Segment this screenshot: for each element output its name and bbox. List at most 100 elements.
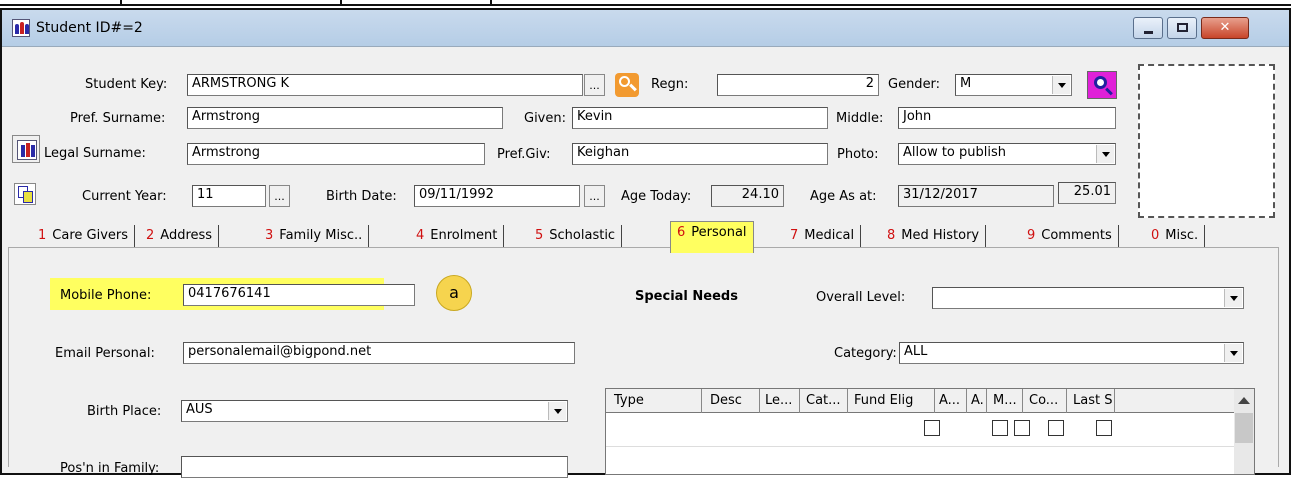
grid-col-level[interactable]: Le... [760,389,800,413]
current-year-field[interactable]: 11 [192,185,266,207]
pref-giv-label: Pref.Giv: [497,147,551,162]
row-checkbox-a1[interactable] [992,420,1008,436]
tab-personal[interactable]: 6 Personal [670,221,754,253]
title-bar[interactable]: Student ID#=2 ✕ [2,10,1289,47]
copy-button[interactable] [14,183,36,205]
tab-misc[interactable]: 0 Misc. [1145,225,1206,249]
grid-col-type[interactable]: Type [606,389,702,413]
current-year-ellipsis-button[interactable]: ... [269,185,290,207]
grid-row-line [606,446,1254,447]
tab-comments[interactable]: 9 Comments [1021,225,1119,249]
minimize-icon [1144,31,1153,34]
row-checkbox-a2[interactable] [1014,420,1030,436]
app-people-icon [12,19,30,37]
tab-med-history[interactable]: 8 Med History [881,225,987,249]
legal-surname-field[interactable]: Armstrong [187,143,485,165]
middle-label: Middle: [836,111,884,126]
posn-in-family-label: Pos'n in Family: [60,461,160,476]
birth-date-label: Birth Date: [326,189,397,204]
scroll-up-icon[interactable] [1238,397,1250,404]
birth-date-field[interactable]: 09/11/1992 [414,185,580,207]
chevron-down-icon [1096,145,1114,163]
grid-scrollbar[interactable] [1234,389,1254,474]
middle-field[interactable]: John [898,107,1116,129]
minimize-button[interactable] [1133,17,1163,39]
gender-label: Gender: [888,77,941,92]
search-person-icon [615,73,639,97]
tab-enrolment[interactable]: 4 Enrolment [410,225,505,249]
student-key-field[interactable]: ARMSTRONG K [187,74,583,96]
close-icon: ✕ [1219,20,1231,35]
row-checkbox-co[interactable] [1096,420,1112,436]
birth-date-ellipsis-button[interactable]: ... [584,185,605,207]
age-as-at-date[interactable]: 31/12/2017 [898,185,1054,207]
special-needs-grid[interactable]: Type Desc Le... Cat... Fund Elig A... A.… [605,388,1255,475]
grid-col-last[interactable]: Last S [1067,389,1115,413]
birth-place-label: Birth Place: [87,404,162,419]
tab-medical[interactable]: 7 Medical [784,225,862,249]
tab-address[interactable]: 2 Address [140,225,220,249]
frame-divider [340,0,342,6]
regn-label: Regn: [651,77,689,92]
gender-select[interactable]: M [955,74,1072,96]
special-needs-heading: Special Needs [635,289,738,304]
pref-giv-field[interactable]: Keighan [572,143,828,165]
annotation-badge: a [436,275,472,311]
grid-col-a1[interactable]: A... [935,389,967,413]
row-checkbox-fund-elig[interactable] [924,420,940,436]
chevron-down-icon [1224,289,1242,307]
row-checkbox-m[interactable] [1048,420,1064,436]
student-key-ellipsis-button[interactable]: ... [584,74,605,96]
grid-col-category[interactable]: Cat... [800,389,848,413]
search-person-button[interactable] [612,71,640,99]
frame-divider [490,0,492,6]
scrollbar-thumb[interactable] [1235,413,1253,443]
given-label: Given: [524,111,566,126]
search-button[interactable] [1087,71,1117,99]
chevron-down-icon [548,402,566,420]
legal-surname-label: Legal Surname: [44,146,146,161]
grid-col-desc[interactable]: Desc [702,389,760,413]
grid-col-m[interactable]: M... [987,389,1023,413]
age-today-value: 24.10 [711,185,784,207]
chevron-down-icon [1052,76,1070,94]
tab-care-givers[interactable]: 1 Care Givers [32,225,136,249]
chevron-down-icon [1224,344,1242,362]
category-select[interactable]: ALL [899,342,1244,364]
people-button[interactable] [12,135,40,163]
pref-surname-label: Pref. Surname: [70,111,166,126]
photo-frame[interactable] [1138,64,1275,218]
overall-level-label: Overall Level: [816,290,906,305]
maximize-icon [1177,23,1188,32]
category-value: ALL [904,344,928,359]
tab-strip: 1 Care Givers 2 Address 3 Family Misc.. 4 En… [10,221,1275,253]
pref-surname-field[interactable]: Armstrong [187,107,503,129]
grid-col-fund-elig[interactable]: Fund Elig [848,389,935,413]
magnifier-icon [1094,76,1107,89]
people-icon [17,140,37,160]
age-today-label: Age Today: [621,189,692,204]
maximize-button[interactable] [1167,17,1197,39]
grid-col-co[interactable]: Co... [1023,389,1067,413]
age-as-at-value: 25.01 [1058,182,1116,204]
mobile-phone-label: Mobile Phone: [60,288,152,303]
email-personal-label: Email Personal: [55,346,155,361]
mobile-phone-field[interactable]: 0417676141 [183,284,415,306]
student-key-label: Student Key: [85,77,168,92]
age-as-at-label: Age As at: [810,189,877,204]
current-year-label: Current Year: [82,189,167,204]
regn-field[interactable]: 2 [717,74,879,96]
grid-col-a2[interactable]: A. [967,389,987,413]
photo-select[interactable]: Allow to publish [898,143,1116,165]
tab-scholastic[interactable]: 5 Scholastic [529,225,623,249]
tab-family-misc[interactable]: 3 Family Misc.. [259,225,370,249]
overall-level-select[interactable] [932,287,1244,309]
birth-place-select[interactable]: AUS [181,400,568,422]
birth-place-value: AUS [186,402,213,417]
close-button[interactable]: ✕ [1201,17,1249,39]
email-personal-field[interactable]: personalemail@bigpond.net [183,342,575,364]
photo-value: Allow to publish [903,145,1006,160]
given-field[interactable]: Kevin [572,107,828,129]
category-label: Category: [834,346,897,361]
background-frame [0,0,1291,6]
